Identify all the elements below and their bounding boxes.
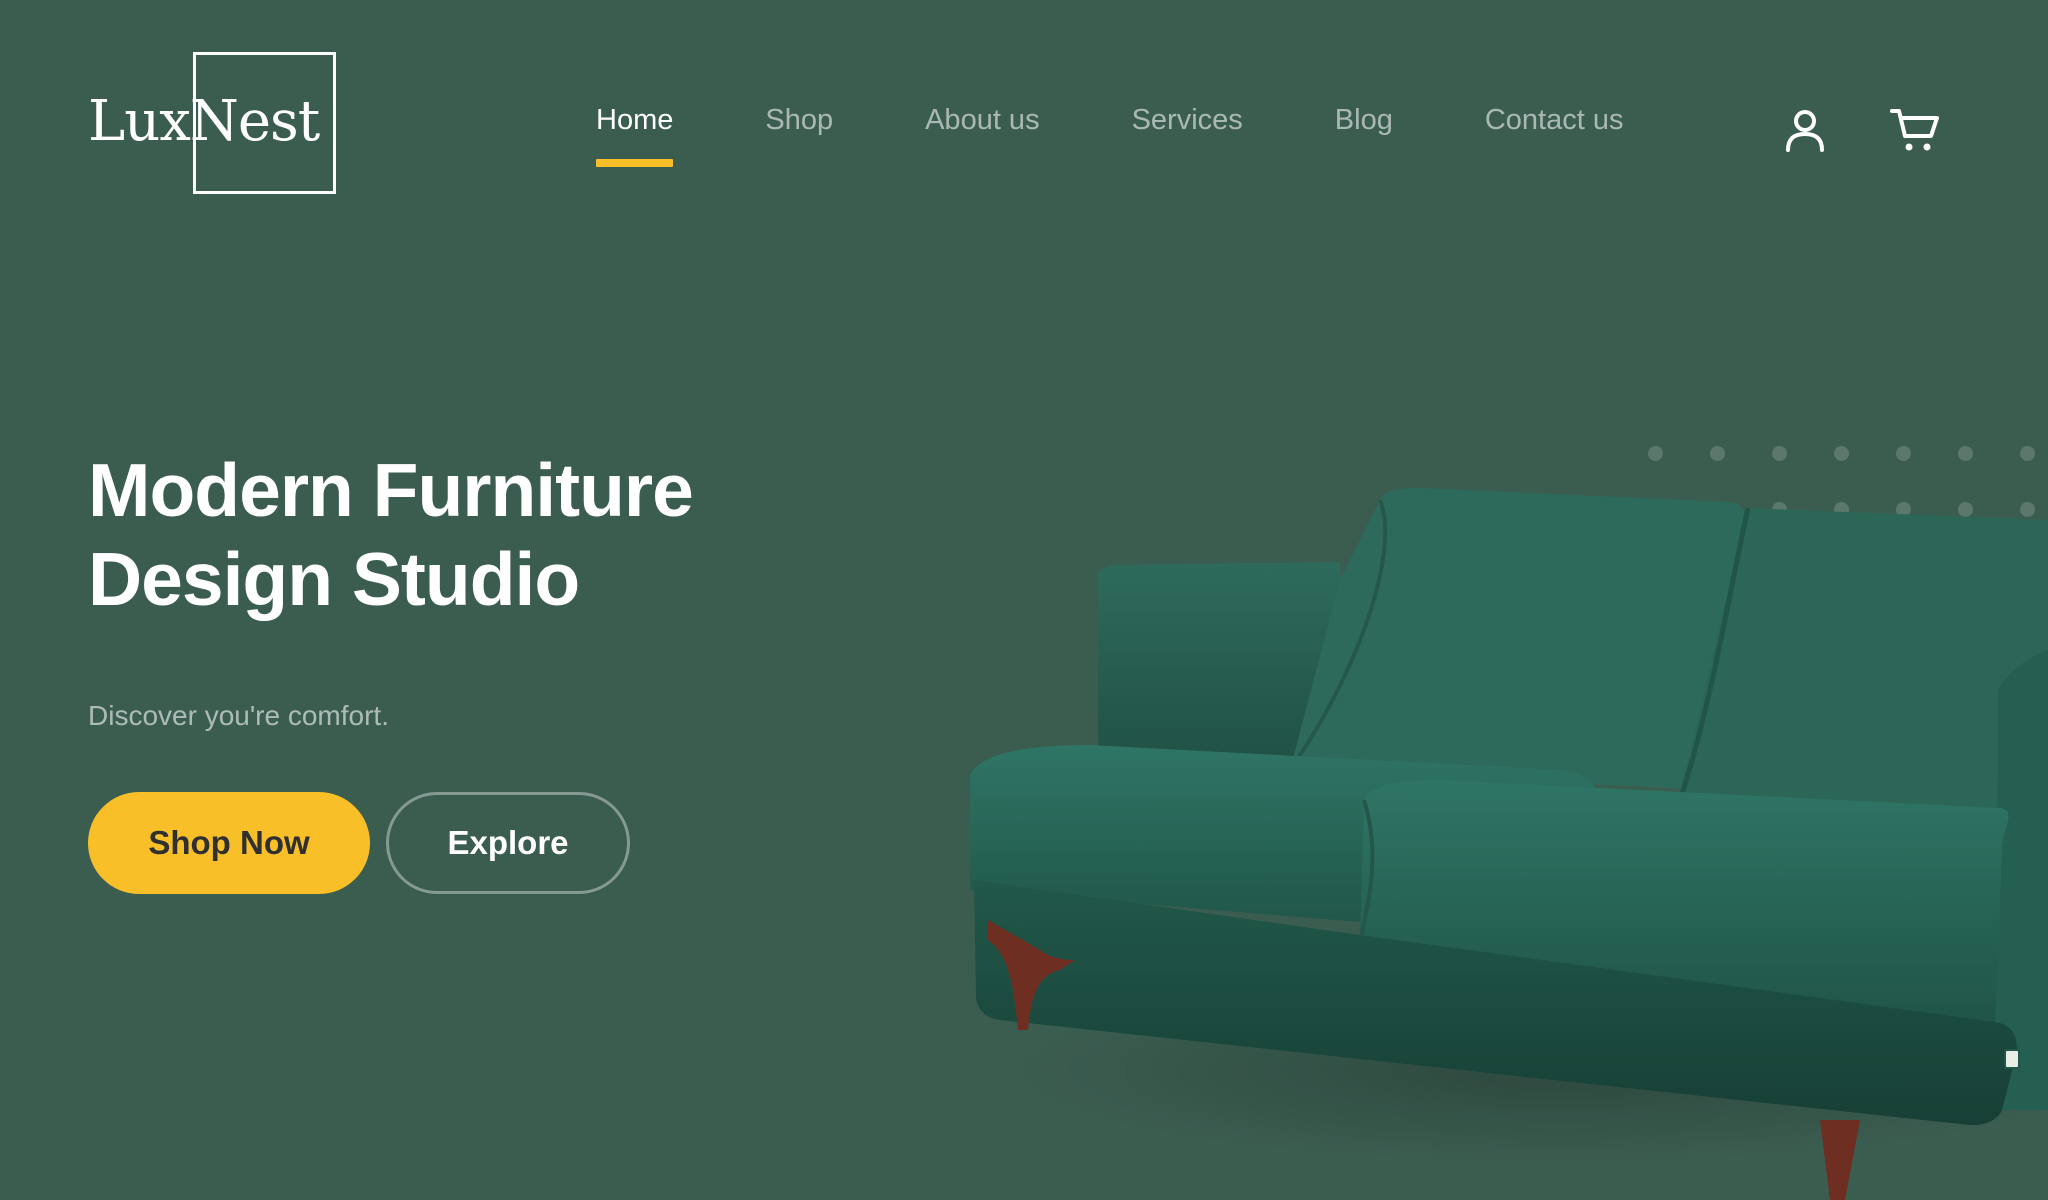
cart-icon — [1890, 109, 1939, 151]
shop-now-button[interactable]: Shop Now — [88, 792, 370, 894]
hero-title-line-1: Modern Furniture — [88, 448, 694, 532]
brand-name: LuxNest — [88, 89, 320, 154]
nav-item-shop[interactable]: Shop — [765, 106, 833, 135]
nav-item-about-us[interactable]: About us — [925, 106, 1039, 135]
nav-item-blog[interactable]: Blog — [1335, 106, 1393, 135]
user-icon — [1786, 110, 1824, 152]
nav-item-services[interactable]: Services — [1132, 106, 1243, 135]
sofa-illustration — [970, 488, 2048, 1200]
page: LuxNest Home Shop About us Services Blog… — [0, 0, 2048, 1200]
user-account-button[interactable] — [1778, 104, 1832, 158]
nav-item-contact-us[interactable]: Contact us — [1485, 106, 1624, 135]
nav-item-home[interactable]: Home — [596, 106, 674, 167]
hero-title-line-2: Design Studio — [88, 537, 580, 621]
hero-subtitle: Discover you're comfort. — [88, 700, 389, 731]
hero-title: Modern Furniture Design Studio — [88, 446, 848, 624]
brand-logo[interactable]: LuxNest — [88, 52, 340, 198]
cart-button[interactable] — [1888, 104, 1942, 158]
hero-sofa-image — [940, 470, 2048, 1200]
explore-button[interactable]: Explore — [386, 792, 630, 894]
main-nav: Home Shop About us Services Blog Contact… — [596, 106, 1624, 167]
